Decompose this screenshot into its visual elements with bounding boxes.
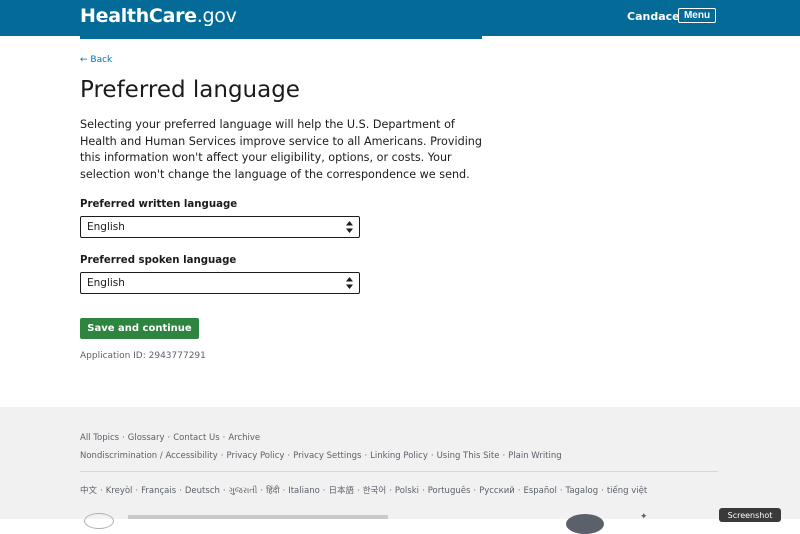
footer-separator: · [422,486,425,496]
cms-logo-icon [566,514,604,534]
footer-separator: · [282,486,286,496]
footer-link[interactable]: Privacy Policy [226,451,284,461]
footer-language-link[interactable]: 日本語 [329,486,355,496]
footer-language-link[interactable]: Deutsch [185,486,220,496]
written-language-label: Preferred written language [80,199,238,210]
logo-light-text: .gov [196,5,237,27]
footer-language-link[interactable]: Italiano [288,486,320,496]
spoken-language-value: English [87,277,125,289]
screenshot-button[interactable]: Screenshot [719,508,781,522]
select-arrows-icon [346,221,353,233]
footer-separator: · [357,486,360,496]
footer-link[interactable]: Linking Policy [370,451,428,461]
footer-link[interactable]: Using This Site [437,451,500,461]
progress-bar [80,36,482,39]
footer-link[interactable]: Nondiscrimination / Accessibility [80,451,218,461]
footer-link[interactable]: Glossary [128,433,165,443]
footer-divider [80,471,718,472]
footer-separator: · [559,486,563,496]
footer-link[interactable]: Privacy Settings [293,451,361,461]
footer-separator: · [389,486,392,496]
footer-separator: · [222,486,226,496]
footer-separator: · [222,433,226,443]
footer-separator: · [260,486,264,496]
written-language-select[interactable]: English [80,216,360,238]
save-and-continue-button[interactable]: Save and continue [80,318,199,339]
footer-language-link[interactable]: Polski [395,486,419,496]
back-link-label: Back [90,55,113,65]
footer-link[interactable]: All Topics [80,433,119,443]
footer-language-link[interactable]: Español [523,486,556,496]
written-language-value: English [87,221,125,233]
footer-separator: · [473,486,477,496]
footer-language-link[interactable]: ગુજરાતી [229,486,258,496]
footer-separator: · [100,486,103,496]
footer-separator: · [135,486,139,496]
footer-language-link[interactable]: 한국어 [363,486,386,496]
user-name[interactable]: Candace [627,10,680,23]
footer-separator: · [502,451,506,461]
footer-language-link[interactable]: 中文 [80,486,97,496]
footer-separator: · [517,486,521,496]
footer-link[interactable]: Archive [228,433,260,443]
footer-language-link[interactable]: हिंदी [266,486,279,496]
footer-mark-icon: ✦ [640,512,648,522]
back-link[interactable]: ← Back [80,55,112,65]
footer-separator: · [220,451,224,461]
intro-paragraph: Selecting your preferred language will h… [80,118,483,181]
footer-links-secondary: Nondiscrimination / Accessibility · Privac… [80,451,562,461]
footer-language-link[interactable]: tiếng việt [607,486,647,496]
footer-language-links: 中文 · Kreyòl · Français · Deutsch · ગુજરાતી · हिंदी… [80,484,647,496]
footer-separator: · [322,486,326,496]
page-title: Preferred language [80,77,300,103]
spoken-language-select[interactable]: English [80,272,360,294]
footer-separator: · [179,486,182,496]
footer-separator: · [287,451,291,461]
healthcare-gov-logo[interactable]: HealthCare.gov [80,5,237,27]
footer-separator: · [122,433,125,443]
logo-bold-text: HealthCare [80,5,197,27]
footer-agency-text [128,515,388,519]
footer-separator: · [601,486,604,496]
footer-separator: · [364,451,368,461]
footer-language-link[interactable]: Kreyòl [106,486,133,496]
footer-language-link[interactable]: Português [428,486,471,496]
footer-language-link[interactable]: Tagalog [566,486,599,496]
site-footer [0,407,800,519]
hhs-seal-icon [84,513,114,529]
footer-language-link[interactable]: Русский [479,486,515,496]
site-header: HealthCare.gov Candace Menu [0,0,800,36]
spoken-language-label: Preferred spoken language [80,255,237,266]
footer-links-primary: All Topics · Glossary · Contact Us · Archive [80,433,260,443]
menu-button[interactable]: Menu [678,8,716,23]
footer-link[interactable]: Contact Us [173,433,219,443]
footer-separator: · [167,433,171,443]
arrow-left-icon: ← [80,55,88,65]
application-id: Application ID: 2943777291 [80,351,206,361]
footer-link[interactable]: Plain Writing [508,451,562,461]
footer-separator: · [430,451,434,461]
footer-language-link[interactable]: Français [141,486,176,496]
select-arrows-icon [346,277,353,289]
